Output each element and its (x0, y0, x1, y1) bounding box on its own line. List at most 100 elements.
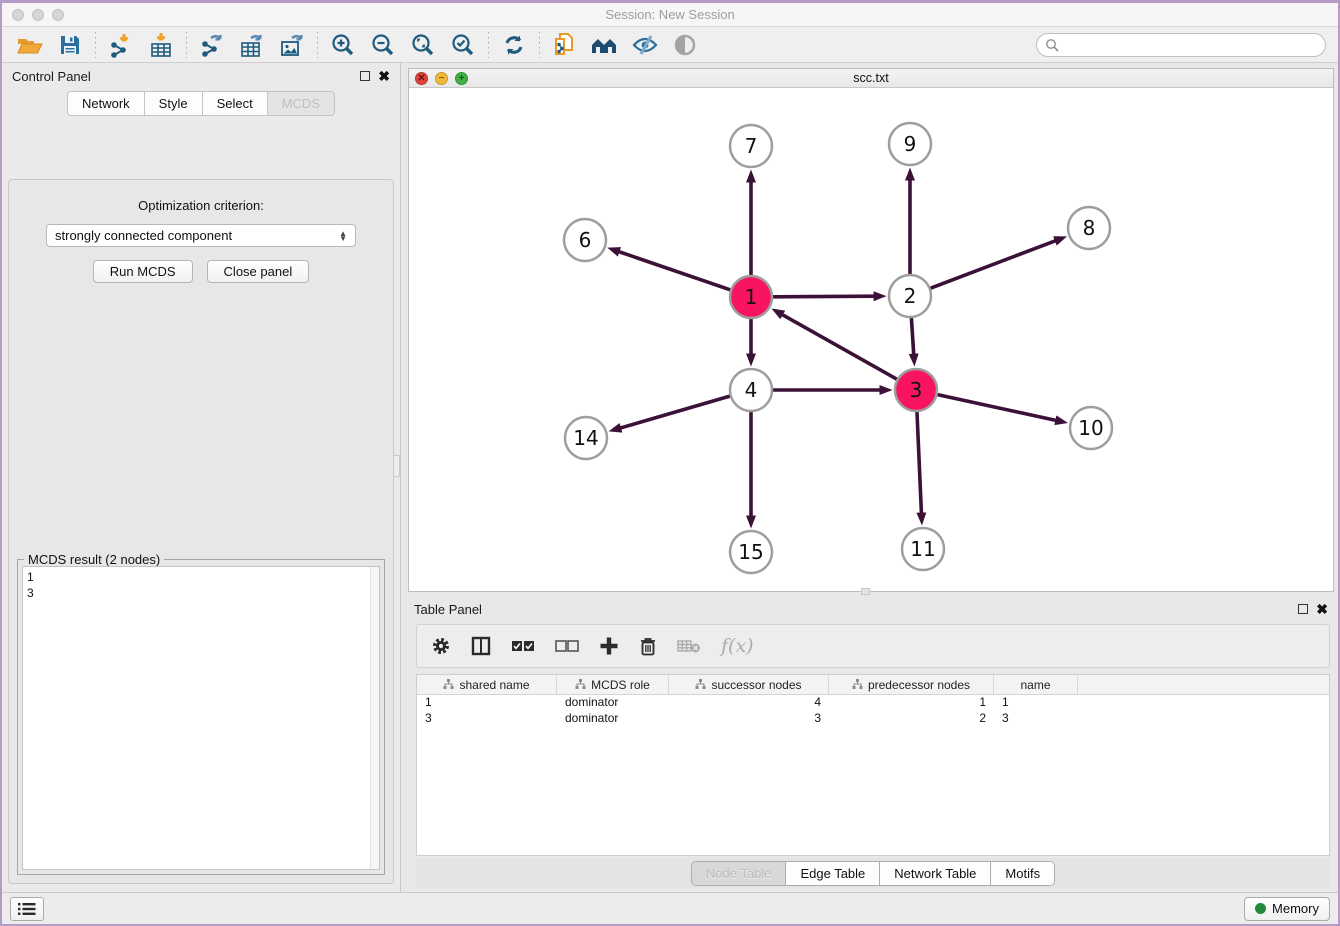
memory-button[interactable]: Memory (1244, 897, 1330, 921)
zoom-selected-button[interactable] (443, 30, 483, 60)
hide-selected-button[interactable] (625, 30, 665, 60)
mcds-result-textarea[interactable]: 1 3 (22, 566, 380, 870)
eye-disabled-icon (672, 33, 698, 57)
column-header-successor-nodes[interactable]: successor nodes (669, 675, 829, 694)
table-panel: Table Panel ✖ (408, 596, 1334, 888)
export-network-icon (199, 32, 225, 58)
delete-selected-button[interactable] (639, 636, 657, 656)
graph-edge-2-8[interactable] (931, 241, 1056, 288)
hierarchy-icon (695, 679, 706, 690)
search-box (1036, 33, 1326, 57)
apply-layout-button[interactable] (494, 30, 534, 60)
network-zoom-button[interactable]: + (455, 72, 468, 85)
table-cell[interactable]: dominator (557, 695, 669, 711)
tab-select[interactable]: Select (202, 91, 267, 116)
tab-style[interactable]: Style (144, 91, 202, 116)
unselect-all-button[interactable] (555, 639, 579, 653)
table-row[interactable]: 3dominator323 (417, 711, 1329, 727)
show-all-button[interactable] (665, 30, 705, 60)
column-header-predecessor-nodes[interactable]: predecessor nodes (829, 675, 994, 694)
toolbar-separator (317, 32, 318, 58)
save-session-button[interactable] (50, 30, 90, 60)
graph-edge-3-10[interactable] (937, 395, 1055, 421)
toolbar-separator (95, 32, 96, 58)
zoom-out-button[interactable] (363, 30, 403, 60)
open-folder-icon (16, 33, 44, 57)
optimization-criterion-select[interactable]: strongly connected component ▲▼ (46, 224, 356, 247)
graph-node-label-1: 1 (745, 285, 758, 309)
network-close-button[interactable]: ✕ (415, 72, 428, 85)
mcds-result-group: MCDS result (2 nodes) 1 3 (17, 559, 385, 875)
graph-node-label-2: 2 (904, 284, 917, 308)
add-column-button[interactable] (599, 636, 619, 656)
show-column-panel-button[interactable] (471, 636, 491, 656)
export-table-button[interactable] (232, 30, 272, 60)
table-cell[interactable]: 1 (417, 695, 557, 711)
table-row[interactable]: 1dominator411 (417, 695, 1329, 711)
zoom-in-button[interactable] (323, 30, 363, 60)
close-panel-icon[interactable]: ✖ (378, 71, 390, 81)
zoom-fit-button[interactable] (403, 30, 443, 60)
tab-motifs[interactable]: Motifs (991, 862, 1054, 885)
select-all-button[interactable] (511, 639, 535, 653)
graph-edge-1-2[interactable] (773, 296, 874, 297)
open-file-button[interactable] (10, 30, 50, 60)
table-cell[interactable]: 1 (994, 695, 1078, 711)
network-minimize-button[interactable]: − (435, 72, 448, 85)
panel-splitter-handle[interactable] (393, 455, 400, 477)
table-cell[interactable]: 3 (994, 711, 1078, 727)
node-table: shared nameMCDS rolesuccessor nodes prede… (416, 674, 1330, 856)
graph-edge-2-3[interactable] (911, 318, 913, 354)
export-image-button[interactable] (272, 30, 312, 60)
hierarchy-icon (443, 679, 454, 690)
graph-edge-4-14[interactable] (621, 396, 730, 428)
table-cell[interactable]: 2 (829, 711, 994, 727)
clone-network-button[interactable] (545, 30, 585, 60)
minimize-window-button[interactable] (32, 9, 44, 21)
column-header-name[interactable]: name (994, 675, 1078, 694)
close-panel-button[interactable]: Close panel (207, 260, 310, 283)
network-canvas[interactable]: 7968124314101511 (409, 88, 1333, 591)
run-mcds-button[interactable]: Run MCDS (93, 260, 193, 283)
graph-edge-1-6[interactable] (619, 252, 730, 290)
tab-node-table[interactable]: Node Table (692, 862, 787, 885)
mcds-panel: Optimization criterion: strongly connect… (8, 179, 394, 884)
search-input[interactable] (1064, 37, 1317, 52)
graph-node-label-10: 10 (1078, 416, 1103, 440)
column-header-label: predecessor nodes (868, 678, 970, 692)
window-title: Session: New Session (605, 7, 734, 22)
result-scrollbar[interactable] (370, 567, 379, 869)
table-cell[interactable]: 3 (669, 711, 829, 727)
maximize-window-button[interactable] (52, 9, 64, 21)
table-cell[interactable]: 3 (417, 711, 557, 727)
table-cell[interactable]: 1 (829, 695, 994, 711)
canvas-resize-handle[interactable] (861, 588, 870, 595)
table-cell[interactable]: 4 (669, 695, 829, 711)
first-neighbors-button[interactable] (585, 30, 625, 60)
float-panel-icon[interactable] (360, 71, 370, 81)
graph-edge-3-1[interactable] (782, 315, 896, 380)
unchecked-boxes-icon (555, 639, 579, 653)
graph-node-label-3: 3 (910, 378, 923, 402)
import-network-button[interactable] (101, 30, 141, 60)
task-history-button[interactable] (10, 897, 44, 921)
tab-edge-table[interactable]: Edge Table (786, 862, 880, 885)
table-cell[interactable]: dominator (557, 711, 669, 727)
export-network-button[interactable] (192, 30, 232, 60)
close-window-button[interactable] (12, 9, 24, 21)
column-settings-button[interactable] (431, 636, 451, 656)
close-table-panel-icon[interactable]: ✖ (1316, 604, 1328, 614)
column-header-shared-name[interactable]: shared name (417, 675, 557, 694)
graph-node-label-6: 6 (579, 228, 592, 252)
tab-network-table[interactable]: Network Table (880, 862, 991, 885)
graph-edge-3-11[interactable] (917, 412, 921, 513)
tab-mcds[interactable]: MCDS (267, 91, 335, 116)
optimization-criterion-label: Optimization criterion: (9, 198, 393, 213)
table-body: 1dominator4113dominator323 (417, 695, 1329, 727)
column-header-MCDS-role[interactable]: MCDS role (557, 675, 669, 694)
float-table-panel-icon[interactable] (1298, 604, 1308, 614)
delete-column-button[interactable] (677, 638, 701, 654)
import-table-button[interactable] (141, 30, 181, 60)
function-builder-button[interactable]: f(x) (721, 635, 754, 657)
tab-network[interactable]: Network (67, 91, 144, 116)
